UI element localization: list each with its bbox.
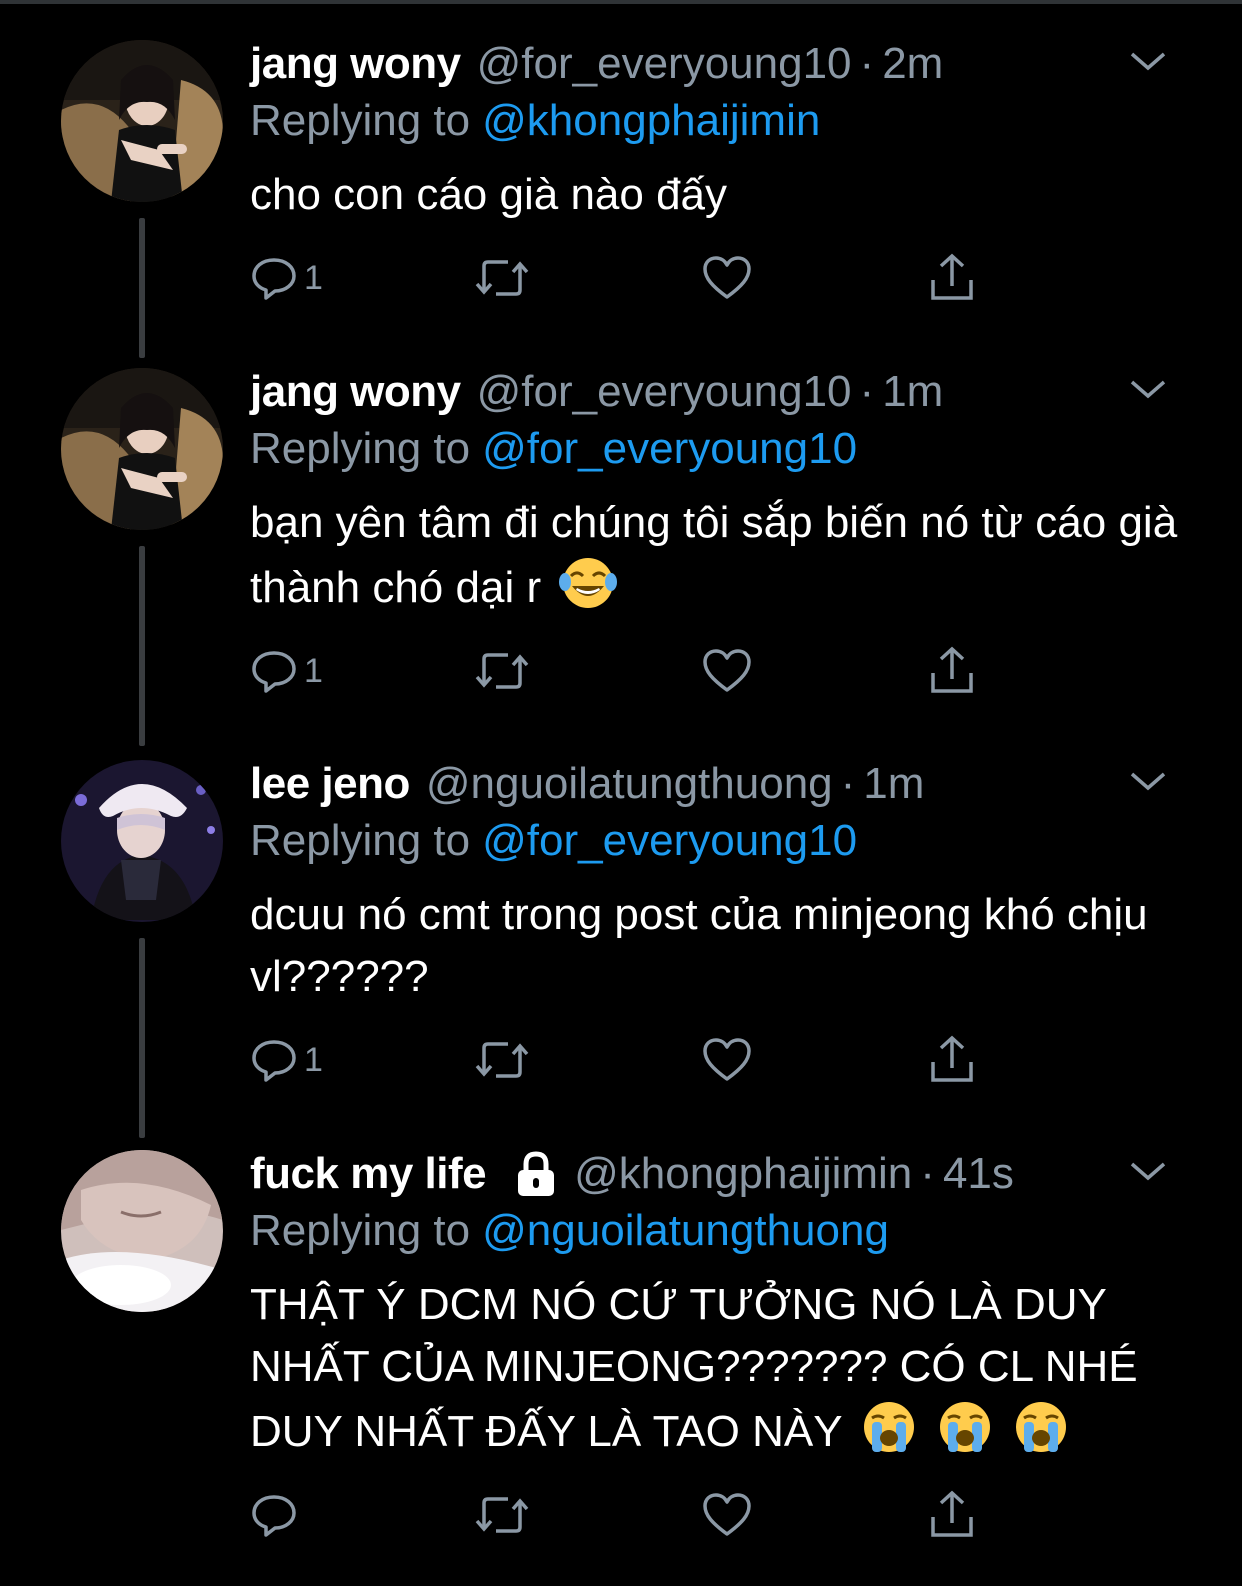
reply-count: 1	[304, 258, 323, 297]
like-button[interactable]	[702, 248, 752, 308]
like-button[interactable]	[702, 1485, 752, 1545]
share-button[interactable]	[928, 1030, 976, 1090]
timestamp[interactable]: 2m	[882, 36, 943, 92]
heart-icon	[703, 256, 751, 299]
tweet-actions	[250, 1485, 1180, 1545]
tweet-actions: 1	[250, 641, 1180, 701]
timestamp[interactable]: 41s	[943, 1146, 1014, 1202]
tweet-actions: 1	[250, 1030, 1180, 1090]
reply-mention-link[interactable]: @for_everyoung10	[482, 816, 857, 865]
tweet-text: THẬT Ý DCM NÓ CỨ TƯỞNG NÓ LÀ DUY NHẤT CỦ…	[250, 1280, 1138, 1456]
heart-icon	[703, 1493, 751, 1536]
tweet[interactable]: fuck my life @khongphaijimin · 41s Reply…	[0, 1110, 1242, 1580]
timestamp[interactable]: 1m	[882, 364, 943, 420]
reply-button[interactable]: 1	[250, 641, 323, 701]
reply-button[interactable]: 1	[250, 1030, 323, 1090]
thread-connector	[139, 546, 145, 746]
tweet-actions: 1	[250, 248, 1180, 308]
display-name[interactable]: jang wony	[250, 36, 461, 92]
share-button[interactable]	[928, 248, 976, 308]
chevron-down-icon[interactable]	[1128, 766, 1168, 796]
lock-icon	[518, 1151, 555, 1196]
replying-to-line: Replying to @khongphaijimin	[250, 92, 1180, 150]
retweet-icon	[475, 1042, 529, 1078]
share-icon	[931, 1490, 973, 1537]
reply-mention-link[interactable]: @nguoilatungthuong	[482, 1206, 889, 1255]
retweet-icon	[475, 260, 529, 296]
chevron-down-icon[interactable]	[1128, 46, 1168, 76]
crying-emoji	[940, 1402, 991, 1452]
crying-emoji	[864, 1402, 914, 1452]
tweet[interactable]: lee jeno @nguoilatungthuong · 1m Replyin…	[0, 720, 1242, 1138]
reply-mention-link[interactable]: @for_everyoung10	[482, 424, 857, 473]
tweet-text: bạn yên tâm đi chúng tôi sắp biến nó từ …	[250, 498, 1178, 612]
retweet-button[interactable]	[474, 248, 530, 308]
tweet[interactable]: jang wony @for_everyoung10 · 2m Replying…	[0, 0, 1242, 358]
heart-icon	[703, 1038, 751, 1081]
separator-dot: ·	[920, 1149, 935, 1198]
reply-bubble-icon	[252, 1040, 296, 1082]
separator-dot: ·	[859, 367, 875, 416]
tweet-text-container: THẬT Ý DCM NÓ CỨ TƯỞNG NÓ LÀ DUY NHẤT CỦ…	[250, 1274, 1180, 1463]
tweet-text-container: bạn yên tâm đi chúng tôi sắp biến nó từ …	[250, 492, 1180, 619]
user-handle[interactable]: @for_everyoung10	[477, 36, 852, 92]
replying-label: Replying to	[250, 96, 471, 145]
retweet-button[interactable]	[474, 1485, 530, 1545]
share-icon	[931, 253, 973, 300]
retweet-icon	[475, 1497, 529, 1533]
avatar[interactable]	[61, 1150, 223, 1312]
retweet-icon	[475, 653, 529, 689]
replying-label: Replying to	[250, 424, 471, 473]
share-button[interactable]	[928, 1485, 976, 1545]
crying-emoji	[1016, 1402, 1067, 1452]
reply-bubble-icon	[252, 258, 296, 300]
display-name[interactable]: lee jeno	[250, 756, 410, 812]
reply-count: 1	[304, 1040, 323, 1079]
reply-bubble-icon	[252, 651, 296, 693]
display-name[interactable]: fuck my life	[250, 1146, 487, 1202]
replying-to-line: Replying to @for_everyoung10	[250, 420, 1180, 478]
avatar[interactable]	[61, 760, 223, 922]
user-handle[interactable]: @khongphaijimin	[574, 1146, 912, 1202]
timestamp[interactable]: 1m	[863, 756, 924, 812]
reply-bubble-icon	[252, 1495, 296, 1537]
tweet-text: cho con cáo già nào đấy	[250, 170, 728, 219]
replying-label: Replying to	[250, 816, 471, 865]
reply-count: 1	[304, 651, 323, 690]
retweet-button[interactable]	[474, 641, 530, 701]
chevron-down-icon[interactable]	[1128, 1156, 1168, 1186]
replying-to-line: Replying to @nguoilatungthuong	[250, 1202, 1180, 1260]
heart-icon	[703, 649, 751, 692]
avatar[interactable]	[61, 40, 223, 202]
tweet-text: dcuu nó cmt trong post của minjeong khó …	[250, 890, 1148, 1001]
user-handle[interactable]: @nguoilatungthuong	[426, 756, 833, 812]
reply-mention-link[interactable]: @khongphaijimin	[482, 96, 820, 145]
user-handle[interactable]: @for_everyoung10	[477, 364, 852, 420]
reply-button[interactable]: 1	[250, 248, 323, 308]
like-button[interactable]	[702, 1030, 752, 1090]
chevron-down-icon[interactable]	[1128, 374, 1168, 404]
separator-dot: ·	[840, 759, 856, 808]
separator-dot: ·	[859, 39, 875, 88]
retweet-button[interactable]	[474, 1030, 530, 1090]
laughing-tears-emoji	[559, 558, 618, 608]
share-icon	[931, 1035, 973, 1082]
tweet[interactable]: jang wony @for_everyoung10 · 1m Replying…	[0, 328, 1242, 746]
display-name[interactable]: jang wony	[250, 364, 461, 420]
share-icon	[931, 646, 973, 693]
share-button[interactable]	[928, 641, 976, 701]
replying-label: Replying to	[250, 1206, 471, 1255]
replying-to-line: Replying to @for_everyoung10	[250, 812, 1180, 870]
thread-connector	[139, 938, 145, 1138]
like-button[interactable]	[702, 641, 752, 701]
reply-button[interactable]	[250, 1485, 304, 1545]
avatar[interactable]	[61, 368, 223, 530]
